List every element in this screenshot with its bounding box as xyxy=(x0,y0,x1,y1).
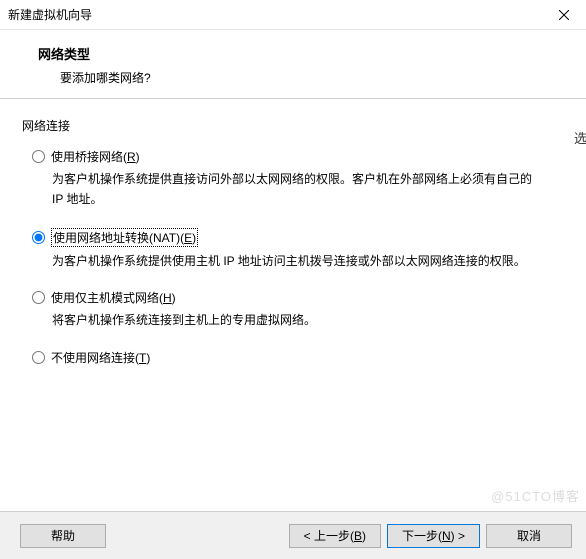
option-bridged: 使用桥接网络(R) 为客户机操作系统提供直接访问外部以太网网络的权限。客户机在外… xyxy=(32,148,564,210)
window-title: 新建虚拟机向导 xyxy=(8,6,92,23)
radio-none-label: 不使用网络连接(T) xyxy=(51,349,150,366)
wizard-header: 网络类型 要添加哪类网络? xyxy=(0,30,586,99)
back-button[interactable]: < 上一步(B) xyxy=(289,524,381,548)
radio-bridged[interactable]: 使用桥接网络(R) xyxy=(32,148,564,165)
radio-hostonly[interactable]: 使用仅主机模式网络(H) xyxy=(32,289,564,306)
radio-bridged-input[interactable] xyxy=(32,150,45,163)
side-cutoff-text: 选 xyxy=(574,128,586,147)
cancel-button[interactable]: 取消 xyxy=(486,524,572,548)
watermark: @51CTO博客 xyxy=(491,486,580,505)
radio-bridged-label: 使用桥接网络(R) xyxy=(51,148,140,165)
title-bar: 新建虚拟机向导 xyxy=(0,0,586,30)
help-button[interactable]: 帮助 xyxy=(20,524,106,548)
radio-nat-input[interactable] xyxy=(32,231,45,244)
group-label: 网络连接 xyxy=(22,117,564,134)
page-subtitle: 要添加哪类网络? xyxy=(38,69,586,86)
page-title: 网络类型 xyxy=(38,44,586,63)
radio-hostonly-desc: 将客户机操作系统连接到主机上的专用虚拟网络。 xyxy=(52,310,542,330)
option-nat: 使用网络地址转换(NAT)(E) 为客户机操作系统提供使用主机 IP 地址访问主… xyxy=(32,228,564,271)
close-button[interactable] xyxy=(541,0,586,30)
radio-nat[interactable]: 使用网络地址转换(NAT)(E) xyxy=(32,228,564,247)
option-none: 不使用网络连接(T) xyxy=(32,349,564,366)
content-area: 网络连接 使用桥接网络(R) 为客户机操作系统提供直接访问外部以太网网络的权限。… xyxy=(0,99,586,366)
option-hostonly: 使用仅主机模式网络(H) 将客户机操作系统连接到主机上的专用虚拟网络。 xyxy=(32,289,564,330)
radio-nat-label: 使用网络地址转换(NAT)(E) xyxy=(51,228,198,247)
button-bar: 帮助 < 上一步(B) 下一步(N) > 取消 xyxy=(0,511,586,559)
radio-none[interactable]: 不使用网络连接(T) xyxy=(32,349,564,366)
radio-nat-desc: 为客户机操作系统提供使用主机 IP 地址访问主机拨号连接或外部以太网网络连接的权… xyxy=(52,251,542,271)
next-button[interactable]: 下一步(N) > xyxy=(387,524,480,548)
radio-hostonly-input[interactable] xyxy=(32,291,45,304)
close-icon xyxy=(559,10,569,20)
radio-hostonly-label: 使用仅主机模式网络(H) xyxy=(51,289,176,306)
radio-bridged-desc: 为客户机操作系统提供直接访问外部以太网网络的权限。客户机在外部网络上必须有自己的… xyxy=(52,169,542,210)
radio-none-input[interactable] xyxy=(32,351,45,364)
